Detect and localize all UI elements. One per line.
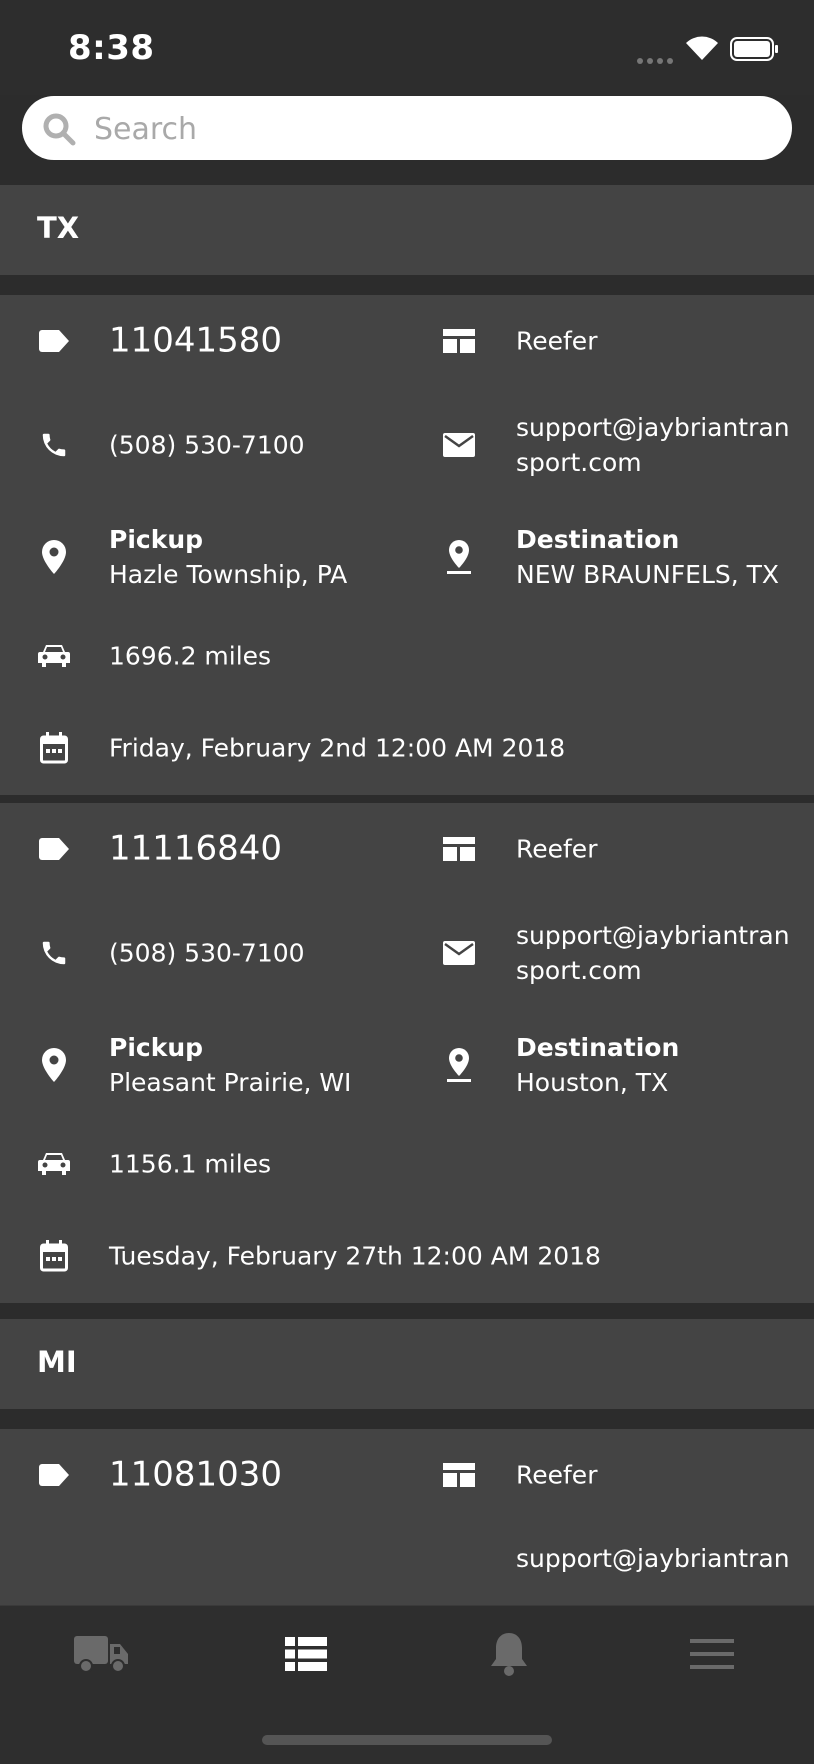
status-bar: 8:38 [0,0,814,95]
bell-icon [489,1631,529,1681]
pickup-date: Tuesday, February 27th 12:00 AM 2018 [109,1241,601,1270]
distance-miles: 1696.2 miles [109,641,272,671]
load-card[interactable]: 11041580 Reefer (508) 530-7100 support@j… [0,295,814,795]
email-address[interactable]: support@jaybriantran [516,1541,806,1576]
trailer-icon [442,832,476,866]
load-id: 11041580 [109,320,283,361]
tag-icon [37,324,71,358]
phone-icon [37,936,71,970]
email-icon [442,936,476,970]
destination-location: Destination NEW BRAUNFELS, TX [516,525,780,589]
load-id: 11116840 [109,828,283,869]
menu-icon [690,1639,734,1673]
email-address[interactable]: support@jaybriantran sport.com [516,410,806,480]
tab-menu[interactable] [662,1626,762,1686]
search-input[interactable] [92,96,776,162]
pickup-location: Pickup Pleasant Prairie, WI [109,1033,352,1097]
tab-list[interactable] [256,1626,356,1686]
destination-pin-icon [442,540,476,574]
pickup-location: Pickup Hazle Township, PA [109,525,348,589]
section-title: MI [37,1345,77,1379]
phone-number[interactable]: (508) 530-7100 [109,427,305,462]
car-icon [37,639,71,673]
section-header-mi: MI [0,1319,814,1409]
cellular-signal-icon [636,50,676,69]
truck-icon [74,1634,128,1678]
search-icon [42,112,76,150]
phone-number[interactable]: (508) 530-7100 [109,935,305,970]
destination-location: Destination Houston, TX [516,1033,680,1097]
equipment-type: Reefer [516,834,598,864]
pickup-pin-icon [37,540,71,574]
calendar-icon [37,731,71,765]
trailer-icon [442,1458,476,1492]
tab-loads-truck[interactable] [51,1626,151,1686]
load-card[interactable]: 11081030 Reefer support@jaybriantran [0,1429,814,1605]
car-icon [37,1147,71,1181]
tag-icon [37,832,71,866]
phone-icon [37,428,71,462]
calendar-icon [37,1239,71,1273]
list-icon [285,1637,327,1675]
section-title: TX [37,211,80,245]
load-card[interactable]: 11116840 Reefer (508) 530-7100 support@j… [0,803,814,1303]
pickup-pin-icon [37,1048,71,1082]
home-indicator [262,1735,552,1745]
battery-icon [730,37,780,67]
section-header-tx: TX [0,185,814,275]
trailer-icon [442,324,476,358]
equipment-type: Reefer [516,1460,598,1490]
tag-icon [37,1458,71,1492]
wifi-icon [684,34,720,66]
equipment-type: Reefer [516,326,598,356]
pickup-date: Friday, February 2nd 12:00 AM 2018 [109,733,566,762]
email-icon [442,428,476,462]
load-list[interactable]: TX 11041580 Reefer (508) 530-7100 suppor… [0,185,814,1605]
destination-pin-icon [442,1048,476,1082]
distance-miles: 1156.1 miles [109,1149,272,1179]
email-address[interactable]: support@jaybriantran sport.com [516,918,806,988]
search-bar[interactable] [22,96,792,162]
status-time: 8:38 [68,28,155,68]
tab-notifications[interactable] [459,1626,559,1686]
load-id: 11081030 [109,1454,283,1495]
